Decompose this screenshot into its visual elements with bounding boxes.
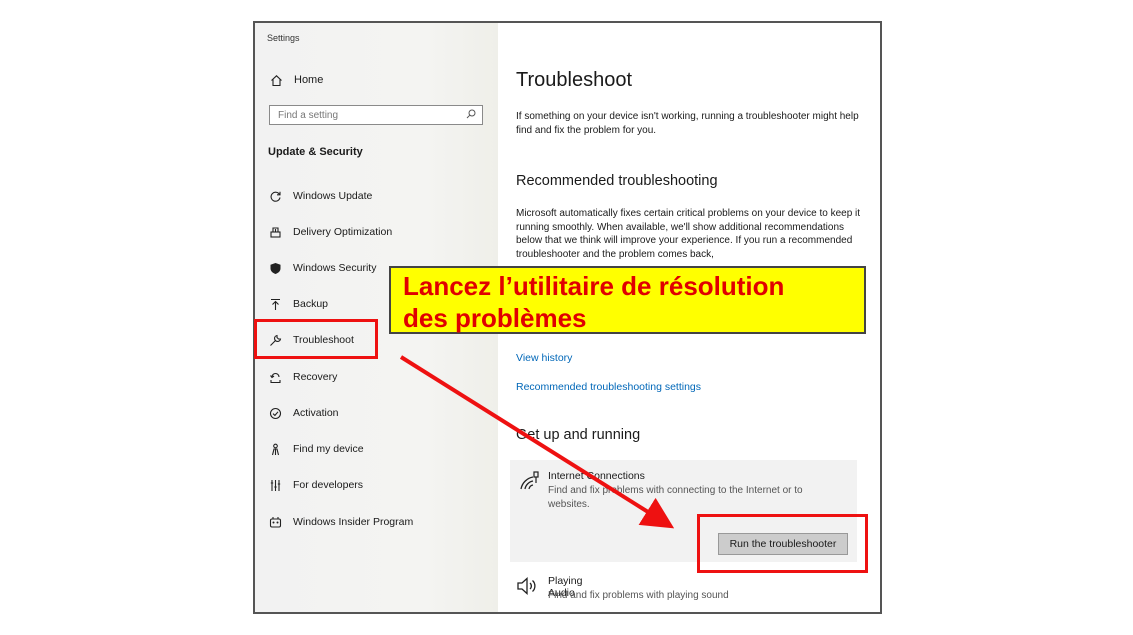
- sidebar-item-label: Windows Security: [293, 262, 377, 274]
- view-history-link[interactable]: View history: [516, 352, 572, 364]
- search-input[interactable]: Find a setting: [269, 105, 483, 125]
- insider-icon: [268, 515, 282, 529]
- wifi-icon: [518, 470, 540, 492]
- callout-line-1: Lancez l’utilitaire de résolution: [403, 271, 785, 301]
- sidebar-item-windows-update[interactable]: Windows Update: [268, 185, 372, 207]
- shield-icon: [268, 261, 282, 275]
- section-title: Update & Security: [268, 146, 363, 158]
- audio-desc: Find and fix problems with playing sound: [548, 590, 729, 601]
- recovery-icon: [268, 370, 282, 384]
- sidebar-item-backup[interactable]: Backup: [268, 293, 328, 315]
- getup-heading: Get up and running: [516, 427, 641, 443]
- sidebar-item-label: Recovery: [293, 371, 338, 383]
- delivery-icon: [268, 225, 282, 239]
- annotation-callout: Lancez l’utilitaire de résolution des pr…: [389, 266, 866, 334]
- speaker-icon: [516, 575, 538, 597]
- page-title: Troubleshoot: [516, 69, 632, 91]
- search-icon: [466, 109, 476, 122]
- sidebar-item-label: Windows Update: [293, 190, 373, 202]
- sidebar-item-find-my-device[interactable]: Find my device: [268, 438, 364, 460]
- check-circle-icon: [268, 406, 282, 420]
- home-icon: [269, 73, 283, 87]
- sidebar-item-windows-security[interactable]: Windows Security: [268, 257, 376, 279]
- sidebar-item-delivery-optimization[interactable]: Delivery Optimization: [268, 221, 392, 243]
- sidebar-item-label: Find my device: [293, 443, 364, 455]
- sidebar-item-windows-insider[interactable]: Windows Insider Program: [268, 511, 413, 533]
- recommended-settings-link[interactable]: Recommended troubleshooting settings: [516, 381, 701, 393]
- window-title: Settings: [267, 33, 300, 43]
- recommended-text: Microsoft automatically fixes certain cr…: [516, 208, 861, 260]
- run-button-highlight-box: [697, 514, 868, 573]
- developer-icon: [268, 478, 282, 492]
- sidebar-item-label: Delivery Optimization: [293, 226, 393, 238]
- refresh-icon: [268, 189, 282, 203]
- recommended-heading: Recommended troubleshooting: [516, 173, 718, 189]
- sidebar-item-activation[interactable]: Activation: [268, 402, 339, 424]
- callout-line-2: des problèmes: [403, 303, 587, 333]
- sidebar-item-label: Windows Insider Program: [293, 516, 414, 528]
- sidebar-item-label: Backup: [293, 298, 329, 310]
- sidebar-item-for-developers[interactable]: For developers: [268, 474, 363, 496]
- person-location-icon: [268, 442, 282, 456]
- internet-desc: Find and fix problems with connecting to…: [548, 485, 803, 510]
- search-placeholder: Find a setting: [278, 109, 339, 121]
- backup-arrow-icon: [268, 297, 282, 311]
- sidebar-item-label: For developers: [293, 479, 364, 491]
- sidebar-item-home[interactable]: Home: [269, 73, 323, 87]
- intro-text: If something on your device isn't workin…: [516, 111, 859, 136]
- internet-title: Internet Connections: [548, 470, 645, 482]
- troubleshoot-highlight-box: [254, 319, 378, 359]
- sidebar-item-recovery[interactable]: Recovery: [268, 366, 337, 388]
- sidebar-item-label: Activation: [293, 407, 339, 419]
- sidebar-item-label: Home: [294, 74, 324, 86]
